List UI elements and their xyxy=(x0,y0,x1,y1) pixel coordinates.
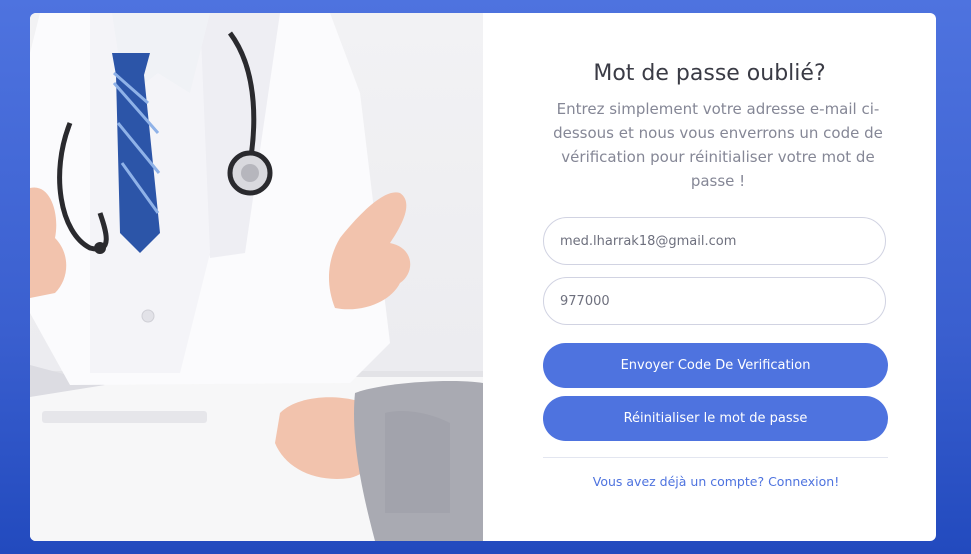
login-link[interactable]: Vous avez déjà un compte? Connexion! xyxy=(483,474,936,489)
email-field[interactable]: med.lharrak18@gmail.com xyxy=(543,217,886,265)
page-title: Mot de passe oublié? xyxy=(593,61,826,86)
page-subtitle: Entrez simplement votre adresse e-mail c… xyxy=(553,100,883,190)
send-code-button-label: Envoyer Code De Verification xyxy=(620,358,811,373)
divider xyxy=(543,457,888,458)
forgot-password-card: Mot de passe oublié? Entrez simplement v… xyxy=(30,13,936,541)
email-value: med.lharrak18@gmail.com xyxy=(560,233,737,249)
reset-password-button-label: Réinitialiser le mot de passe xyxy=(623,411,808,426)
reset-password-button[interactable]: Réinitialiser le mot de passe xyxy=(543,396,888,441)
send-code-button[interactable]: Envoyer Code De Verification xyxy=(543,343,888,388)
verification-code-field[interactable]: 977000 xyxy=(543,277,886,325)
doctor-photo xyxy=(30,13,483,541)
forgot-password-panel: Mot de passe oublié? Entrez simplement v… xyxy=(483,13,936,541)
verification-code-value: 977000 xyxy=(560,293,610,309)
